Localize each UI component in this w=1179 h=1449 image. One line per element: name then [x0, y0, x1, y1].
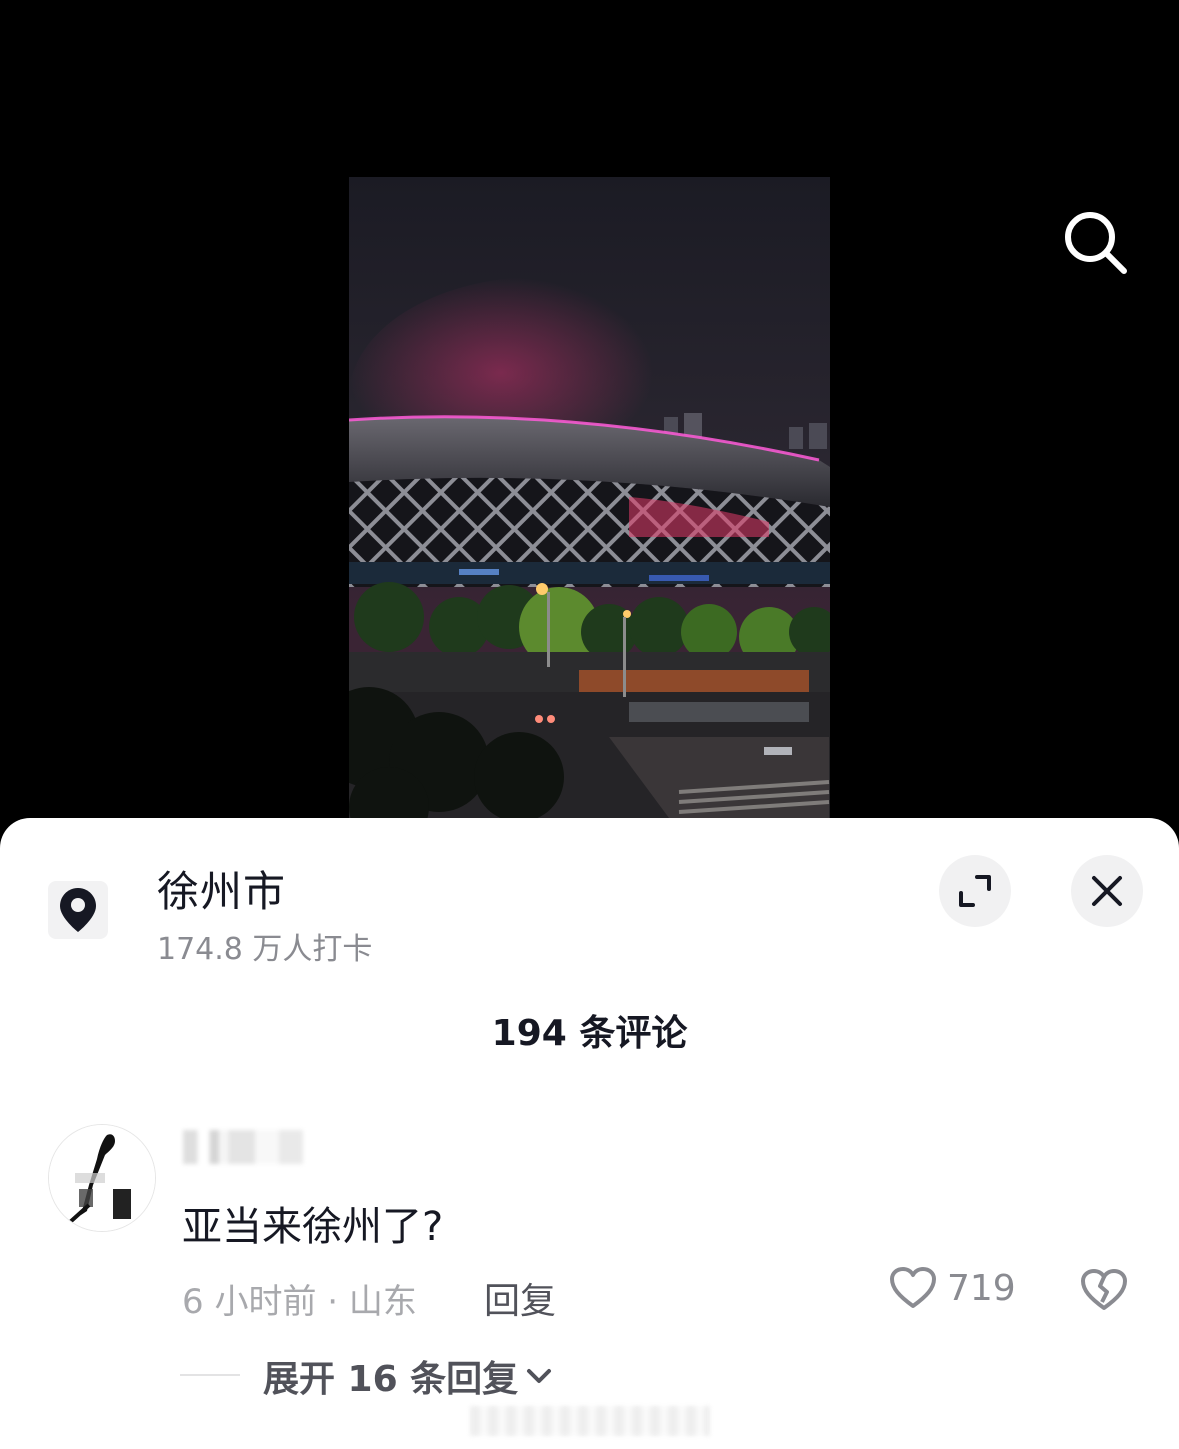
search-icon — [1065, 212, 1127, 274]
app-screen: 徐州市 174.8 万人打卡 194 条评论 亚当来徐州了? 6 小时前 · 山… — [0, 0, 1179, 1449]
close-button[interactable] — [1071, 855, 1143, 927]
username-obscured[interactable] — [183, 1130, 303, 1164]
reply-button[interactable]: 回复 — [484, 1272, 556, 1324]
chevron-down-icon — [527, 1369, 552, 1383]
comment-meta: 6 小时前 · 山东 — [182, 1282, 417, 1322]
video-player[interactable] — [349, 177, 830, 818]
dislike-button[interactable] — [1080, 1268, 1128, 1316]
video-area[interactable] — [0, 0, 1179, 840]
location-pin-icon — [60, 888, 96, 932]
watermark-obscured — [470, 1406, 710, 1436]
expand-button[interactable] — [939, 855, 1011, 927]
expand-icon — [959, 875, 991, 907]
like-count: 719 — [947, 1267, 1016, 1309]
avatar[interactable] — [48, 1124, 156, 1232]
search-button[interactable] — [1058, 205, 1132, 279]
avatar-image — [49, 1125, 155, 1231]
comment-text: 亚当来徐州了? — [182, 1204, 444, 1250]
expand-replies-label: 展开 16 条回复 — [263, 1359, 519, 1400]
location-badge[interactable] — [48, 881, 108, 939]
heart-icon — [890, 1267, 936, 1308]
video-still-image — [349, 177, 830, 818]
comments-sheet: 徐州市 174.8 万人打卡 194 条评论 亚当来徐州了? 6 小时前 · 山… — [0, 818, 1179, 1449]
location-checkin-count: 174.8 万人打卡 — [157, 932, 373, 967]
expand-replies-button[interactable]: 展开 16 条回复 — [263, 1350, 552, 1402]
broken-heart-icon — [1081, 1269, 1127, 1310]
location-title[interactable]: 徐州市 — [157, 858, 286, 919]
divider-line — [180, 1374, 240, 1376]
close-icon — [1092, 876, 1122, 906]
like-button[interactable]: 719 — [889, 1266, 1016, 1310]
comment-count-title: 194 条评论 — [491, 1013, 688, 1054]
